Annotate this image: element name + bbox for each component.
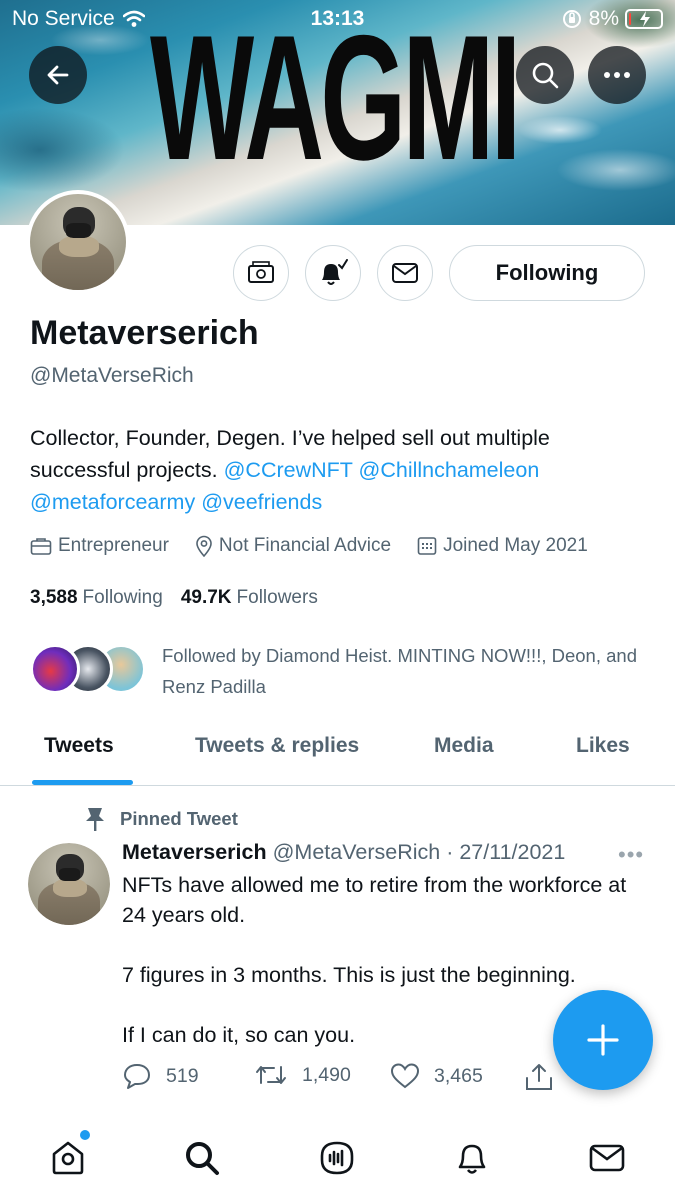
tip-jar-icon	[248, 261, 274, 283]
joined-label: Joined May 2021	[443, 535, 588, 556]
reply-button[interactable]: 519	[122, 1062, 199, 1090]
tab-tweets[interactable]: Tweets	[44, 734, 114, 758]
followers-count: 49.7K	[180, 587, 232, 608]
following-button[interactable]: Following	[449, 245, 645, 301]
search-button[interactable]	[516, 46, 574, 104]
retweet-count: 1,490	[302, 1063, 351, 1086]
back-arrow-icon	[47, 65, 69, 85]
like-button[interactable]: 3,465	[390, 1062, 483, 1090]
more-icon	[604, 72, 630, 78]
avatar-image	[30, 194, 126, 290]
follower-avatars	[30, 640, 150, 694]
envelope-icon	[392, 263, 418, 283]
compose-tweet-button[interactable]	[553, 990, 653, 1090]
nav-home[interactable]	[44, 1130, 92, 1182]
profile-avatar[interactable]	[26, 190, 130, 294]
tab-likes[interactable]: Likes	[576, 734, 630, 758]
location-label: Not Financial Advice	[218, 535, 392, 556]
notifications-icon	[458, 1144, 486, 1174]
share-button[interactable]	[524, 1062, 554, 1092]
reply-count: 519	[166, 1064, 199, 1087]
pinned-label-row: Pinned Tweet	[84, 806, 238, 832]
follow-counts: 3,588 Following 49.7K Followers	[30, 587, 318, 609]
bio-mention[interactable]: @veefriends	[201, 490, 322, 514]
profile-name: Metaverserich	[30, 314, 259, 352]
tweet-header: Metaverserich @MetaVerseRich · 27/11/202…	[122, 840, 565, 865]
spaces-icon	[320, 1141, 354, 1175]
following-count: 3,588	[30, 587, 78, 608]
orientation-lock-icon	[562, 10, 581, 28]
bio-mention[interactable]: @Chillnchameleon	[359, 458, 540, 482]
briefcase-icon	[30, 538, 52, 555]
calendar-icon	[417, 537, 437, 555]
home-icon	[52, 1141, 84, 1175]
tweet-paragraph: NFTs have allowed me to retire from the …	[122, 873, 627, 927]
followers-count-link[interactable]: 49.7K Followers	[181, 587, 318, 609]
tab-media[interactable]: Media	[434, 734, 494, 758]
retweet-icon	[256, 1066, 286, 1084]
battery-level	[629, 13, 631, 25]
tweet-avatar[interactable]	[28, 843, 110, 925]
messages-icon	[589, 1144, 625, 1172]
tab-tweets-replies[interactable]: Tweets & replies	[195, 734, 359, 758]
tweet-more-button[interactable]: •••	[618, 842, 644, 868]
heart-icon	[390, 1063, 420, 1089]
pin-icon	[86, 808, 104, 831]
back-button[interactable]	[29, 46, 87, 104]
bell-subscribed-icon	[322, 259, 348, 285]
retweet-button[interactable]: 1,490	[254, 1062, 351, 1088]
followed-by-text: Followed by Diamond Heist. MINTING NOW!!…	[162, 645, 637, 697]
nav-messages[interactable]	[583, 1134, 631, 1182]
battery-percent: 8%	[588, 7, 619, 30]
battery-icon	[625, 9, 663, 29]
followed-by[interactable]: Followed by Diamond Heist. MINTING NOW!!…	[30, 640, 650, 702]
followers-label: Followers	[236, 587, 318, 608]
profile-meta: Entrepreneur Not Financial Advice Joined…	[30, 535, 614, 557]
bottom-nav	[0, 1120, 675, 1200]
bio-mention[interactable]: @metaforcearmy	[30, 490, 195, 514]
plus-icon	[587, 1024, 619, 1056]
pinned-label: Pinned Tweet	[120, 808, 238, 829]
notifications-toggle-button[interactable]	[305, 245, 361, 301]
occupation-label: Entrepreneur	[58, 535, 169, 556]
avatar	[30, 644, 80, 694]
like-count: 3,465	[434, 1064, 483, 1087]
tweet-handle-date: @MetaVerseRich · 27/11/2021	[272, 840, 566, 864]
search-icon	[186, 1142, 219, 1175]
status-bar: No Service 13:13 8%	[0, 0, 675, 38]
nav-notifications[interactable]	[448, 1134, 496, 1182]
message-button[interactable]	[377, 245, 433, 301]
search-icon	[532, 62, 559, 89]
profile-bio: Collector, Founder, Degen. I’ve helped s…	[30, 422, 650, 518]
share-icon	[526, 1064, 552, 1090]
tip-button[interactable]	[233, 245, 289, 301]
tweet-author[interactable]: Metaverserich	[122, 840, 267, 864]
more-button[interactable]	[588, 46, 646, 104]
home-notification-dot	[80, 1130, 90, 1140]
bio-mention[interactable]: @CCrewNFT	[224, 458, 353, 482]
profile-handle: @MetaVerseRich	[30, 364, 194, 387]
following-label: Following	[82, 587, 163, 608]
following-count-link[interactable]: 3,588 Following	[30, 587, 163, 609]
tweet-actions: 519 1,490 3,465	[122, 1062, 562, 1098]
profile-tabs: Tweets Tweets & replies Media Likes	[0, 722, 675, 786]
nav-spaces[interactable]	[313, 1134, 361, 1182]
tweet-paragraph: 7 figures in 3 months. This is just the …	[122, 963, 576, 987]
location-pin-icon	[196, 535, 212, 557]
nav-search[interactable]	[178, 1134, 226, 1182]
active-tab-indicator	[32, 780, 133, 785]
avatar-image	[28, 843, 110, 925]
reply-icon	[124, 1064, 150, 1089]
